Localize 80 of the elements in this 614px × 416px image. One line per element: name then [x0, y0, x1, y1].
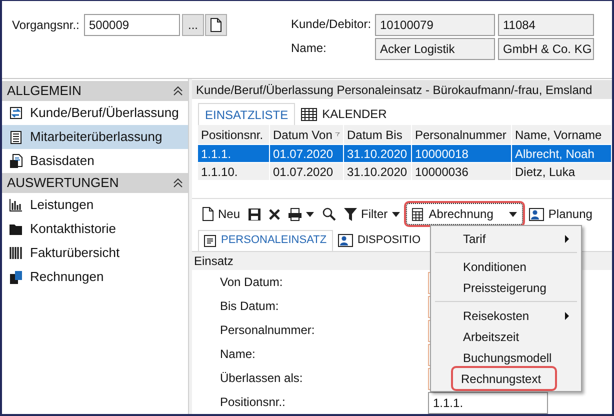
bar-chart-icon	[9, 198, 23, 212]
calendar-icon	[301, 108, 318, 121]
form-icon	[204, 234, 216, 247]
filter-button[interactable]: Filter	[342, 205, 402, 224]
field-label: Von Datum:	[220, 274, 284, 291]
delete-button[interactable]	[267, 208, 282, 220]
section-title: AUSWERTUNGEN	[7, 174, 119, 192]
table-cell: 01.07.2020	[270, 163, 344, 180]
menu-item[interactable]: Konditionen	[435, 252, 577, 277]
folder-icon	[9, 222, 23, 236]
field-label: Bis Datum:	[220, 298, 280, 315]
billing-button[interactable]: Abrechnung	[406, 203, 524, 226]
menu-item[interactable]: Rechnungstext	[453, 368, 555, 389]
swap-icon	[9, 106, 23, 120]
field-label: Überlassen als:	[220, 370, 304, 387]
panel-title: Kunde/Beruf/Überlassung Personaleinsatz - Bürokaufmann/-frau, Emsland	[192, 80, 612, 100]
field-label: Kunde/Debitor:	[291, 16, 372, 33]
sidebar-item[interactable]: Basisdaten	[2, 149, 188, 173]
delete-icon	[269, 208, 280, 220]
barcode-icon	[9, 246, 23, 260]
new-document-icon	[202, 207, 214, 222]
menu-item[interactable]: Buchungsmodell	[431, 347, 581, 368]
submenu-arrow-icon	[565, 312, 569, 320]
collapse-icon	[173, 178, 183, 188]
readonly-field: 10100079	[375, 14, 495, 36]
tab[interactable]: PERSONALEINSATZ	[198, 230, 333, 251]
sidebar-item[interactable]: Fakturübersicht	[2, 241, 188, 265]
sidebar-item[interactable]: Mitarbeiterüberlassung	[2, 125, 188, 149]
menu-item[interactable]: Arbeitszeit	[431, 326, 581, 347]
new-document-button[interactable]	[205, 14, 227, 36]
printer-icon	[288, 208, 302, 221]
person-card-icon	[529, 208, 544, 221]
submenu-arrow-icon	[565, 234, 569, 242]
binder-icon	[9, 270, 23, 284]
document-icon	[9, 154, 23, 168]
caret-icon	[306, 212, 314, 217]
calculator-icon	[412, 208, 423, 221]
planning-button[interactable]: Planung	[527, 205, 594, 224]
caret-icon	[509, 212, 518, 217]
browse-button[interactable]: ...	[182, 14, 204, 36]
readonly-field: GmbH & Co. KG	[498, 38, 594, 60]
search-button[interactable]	[320, 207, 338, 222]
readonly-field: 11084	[498, 14, 594, 36]
tab[interactable]: DISPOSITIO	[332, 230, 426, 251]
field-label: Name:	[220, 346, 256, 363]
input-field[interactable]: 1.1.1.	[428, 392, 548, 414]
field-label: Positionsnr.:	[220, 394, 286, 411]
save-icon	[248, 208, 262, 221]
table-row[interactable]: 1.1.1. 01.07.2020 31.10.2020 10000018 Albrecht, Noah	[198, 144, 612, 162]
collapse-icon	[173, 86, 183, 96]
new-button[interactable]: Neu	[200, 205, 242, 224]
notepad-icon	[9, 130, 23, 144]
sidebar-item[interactable]: Rechnungen	[2, 265, 188, 289]
field-label: Personalnummer:	[220, 322, 316, 339]
section-header[interactable]: AUSWERTUNGEN	[2, 173, 188, 193]
print-button[interactable]	[286, 208, 316, 221]
section-title: ALLGEMEIN	[7, 82, 82, 100]
search-icon	[322, 207, 336, 222]
readonly-field: Acker Logistik	[375, 38, 495, 60]
menu-item[interactable]: Reisekosten	[435, 301, 577, 326]
sidebar-item[interactable]: Leistungen	[2, 193, 188, 217]
table-cell: 1.1.10.	[198, 163, 270, 180]
person-card-icon	[338, 234, 353, 247]
table-cell: Dietz, Luka	[512, 163, 612, 180]
caret-icon	[392, 212, 400, 217]
sidebar-item[interactable]: Kontakthistorie	[2, 217, 188, 241]
menu-item[interactable]: Preissteigerung	[431, 277, 581, 298]
table-cell: 31.10.2020	[344, 163, 412, 180]
table-cell: 10000036	[412, 163, 512, 180]
menu-item[interactable]: Tarif	[431, 228, 581, 249]
document-icon	[210, 18, 222, 32]
tab[interactable]: KALENDER	[295, 103, 393, 126]
input-field[interactable]: 500009	[84, 14, 180, 36]
sidebar-item[interactable]: Kunde/Beruf/Überlassung	[2, 101, 188, 125]
save-button[interactable]	[246, 208, 264, 221]
section-header[interactable]: ALLGEMEIN	[2, 81, 188, 101]
field-label: Name:	[291, 40, 328, 57]
tab[interactable]: EINSATZLISTE	[198, 103, 296, 126]
field-label: Vorgangsnr.:	[12, 17, 80, 34]
table-row[interactable]: 1.1.10. 01.07.2020 31.10.2020 10000036 Dietz, Luka	[198, 162, 612, 180]
